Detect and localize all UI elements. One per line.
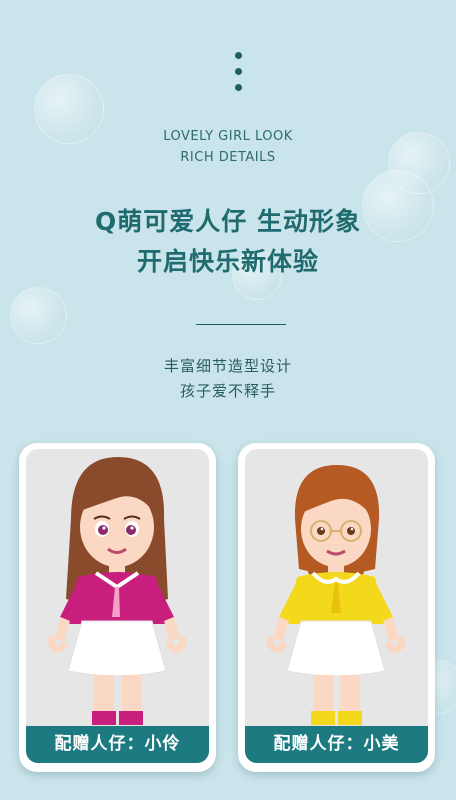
bubble-decoration: [10, 287, 67, 344]
figure-card-label: 配赠人仔：小伶: [26, 726, 209, 763]
headline-line-1: Q萌可爱人仔 生动形象: [95, 207, 361, 236]
figure-card-xiaoling[interactable]: 配赠人仔：小伶: [19, 443, 216, 772]
figure-card-xiaomei[interactable]: 配赠人仔：小美: [238, 443, 435, 772]
dot: [235, 84, 242, 91]
divider: [196, 324, 286, 325]
subtitle-line-2: 孩子爱不释手: [179, 382, 276, 400]
headline-line-2: 开启快乐新体验: [136, 247, 319, 276]
english-title-line-2: RICH DETAILS: [180, 150, 276, 165]
vertical-dots: [235, 52, 243, 100]
minifigure-xiaoling-illustration: [47, 457, 187, 725]
subtitle-line-1: 丰富细节造型设计: [163, 357, 292, 375]
minifigure-xiaomei-illustration: [266, 465, 406, 725]
figure-card-label: 配赠人仔：小美: [245, 726, 428, 763]
english-title-line-1: LOVELY GIRL LOOK: [163, 129, 293, 144]
figure-card-image-area: 配赠人仔：小伶: [26, 449, 209, 763]
figure-card-image-area: 配赠人仔：小美: [245, 449, 428, 763]
dot: [235, 52, 242, 59]
dot: [235, 68, 242, 75]
